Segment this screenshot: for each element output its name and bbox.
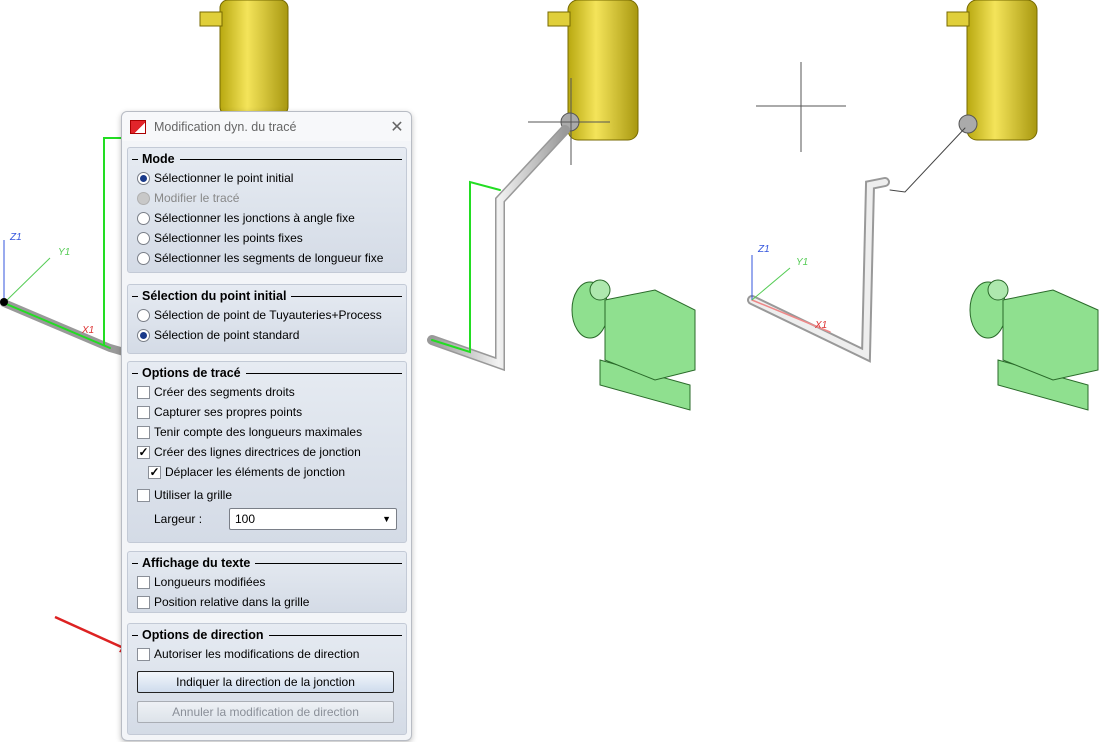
pump-1 [571,279,696,411]
radio-fixed-length-segments[interactable]: Sélectionner les segments de longueur fi… [128,248,406,268]
pump-2 [969,279,1099,411]
radio-label: Sélection de point standard [154,328,300,342]
axis-x-label: X1 [814,320,827,331]
initial-point-group: Sélection du point initial Sélection de … [127,284,407,354]
radio-select-initial-point[interactable]: Sélectionner le point initial [128,168,406,188]
axis-x-label: X1 [81,325,94,336]
radio-label: Sélectionner les segments de longueur fi… [154,251,384,265]
checkbox-straight-segments[interactable]: Créer des segments droits [128,382,406,402]
dialog-titlebar[interactable]: Modification dyn. du tracé ✕ [122,112,411,141]
route-modification-dialog: Modification dyn. du tracé ✕ Mode Sélect… [121,111,412,741]
axis-y-label: Y1 [58,247,70,258]
radio-label: Sélectionner le point initial [154,171,294,185]
pipe-route-1 [0,137,128,356]
indicate-direction-button[interactable]: Indiquer la direction de la jonction [137,671,394,693]
cancel-direction-button: Annuler la modification de direction [137,701,394,723]
checkbox-use-grid[interactable]: Utiliser la grille [128,485,406,505]
tank-2 [547,0,639,141]
checkbox-label: Position relative dans la grille [154,595,310,609]
checkbox-junction-guidelines[interactable]: ✓ Créer des lignes directrices de jonctio… [128,442,406,462]
radio-modify-route: Modifier le tracé [128,188,406,208]
tank-1 [199,0,289,116]
checkbox-label: Longueurs modifiées [154,575,266,589]
radio-label: Modifier le tracé [154,191,240,205]
width-label: Largeur : [154,512,203,526]
checkbox-label: Créer des lignes directrices de jonction [154,445,361,459]
checkbox-move-junction-elements[interactable]: ✓ Déplacer les éléments de jonction [128,462,406,482]
text-display-group: Affichage du texte Longueurs modifiées P… [127,551,407,613]
checkbox-modified-lengths[interactable]: Longueurs modifiées [128,572,406,592]
radio-piping-point-selection[interactable]: Sélection de point de Tuyauteries+Proces… [128,305,406,325]
axis-z-label: Z1 [9,232,22,243]
pipe-route-2 [427,125,570,372]
checkbox-label: Déplacer les éléments de jonction [165,465,346,479]
axis-y-label: Y1 [796,257,808,268]
checkbox-label: Capturer ses propres points [154,405,303,419]
app-icon [130,119,146,134]
checkbox-label: Autoriser les modifications de direction [154,647,360,661]
width-select[interactable]: 100 ▼ [229,508,397,530]
trace-options-group: Options de tracé Créer des segments droi… [127,361,407,543]
radio-standard-point-selection[interactable]: Sélection de point standard [128,325,406,345]
initial-point-legend: Sélection du point initial [142,289,287,303]
dialog-title: Modification dyn. du tracé [154,119,297,134]
radio-fixed-points[interactable]: Sélectionner les points fixes [128,228,406,248]
close-icon[interactable]: ✕ [383,117,411,137]
tank-3 [946,0,1038,141]
mode-legend: Mode [142,152,175,166]
direction-options-group: Options de direction Autoriser les modif… [127,623,407,735]
width-value: 100 [235,512,256,526]
checkbox-max-lengths[interactable]: Tenir compte des longueurs maximales [128,422,406,442]
radio-label: Sélectionner les points fixes [154,231,303,245]
mode-group: Mode Sélectionner le point initial Modif… [127,147,407,273]
checkbox-label: Utiliser la grille [154,488,233,502]
checkbox-label: Tenir compte des longueurs maximales [154,425,363,439]
checkbox-relative-grid-position[interactable]: Position relative dans la grille [128,592,406,612]
checkbox-label: Créer des segments droits [154,385,295,399]
axis-z-label: Z1 [757,244,770,255]
checkbox-capture-own-points[interactable]: Capturer ses propres points [128,402,406,422]
radio-label: Sélection de point de Tuyauteries+Proces… [154,308,382,322]
direction-legend: Options de direction [142,628,264,642]
chevron-down-icon: ▼ [382,514,391,524]
trace-options-legend: Options de tracé [142,366,241,380]
checkbox-allow-direction-changes[interactable]: Autoriser les modifications de direction [128,644,406,664]
radio-fixed-angle-junctions[interactable]: Sélectionner les jonctions à angle fixe [128,208,406,228]
text-display-legend: Affichage du texte [142,556,251,570]
pipe-route-3 [747,127,966,363]
radio-label: Sélectionner les jonctions à angle fixe [154,211,355,225]
